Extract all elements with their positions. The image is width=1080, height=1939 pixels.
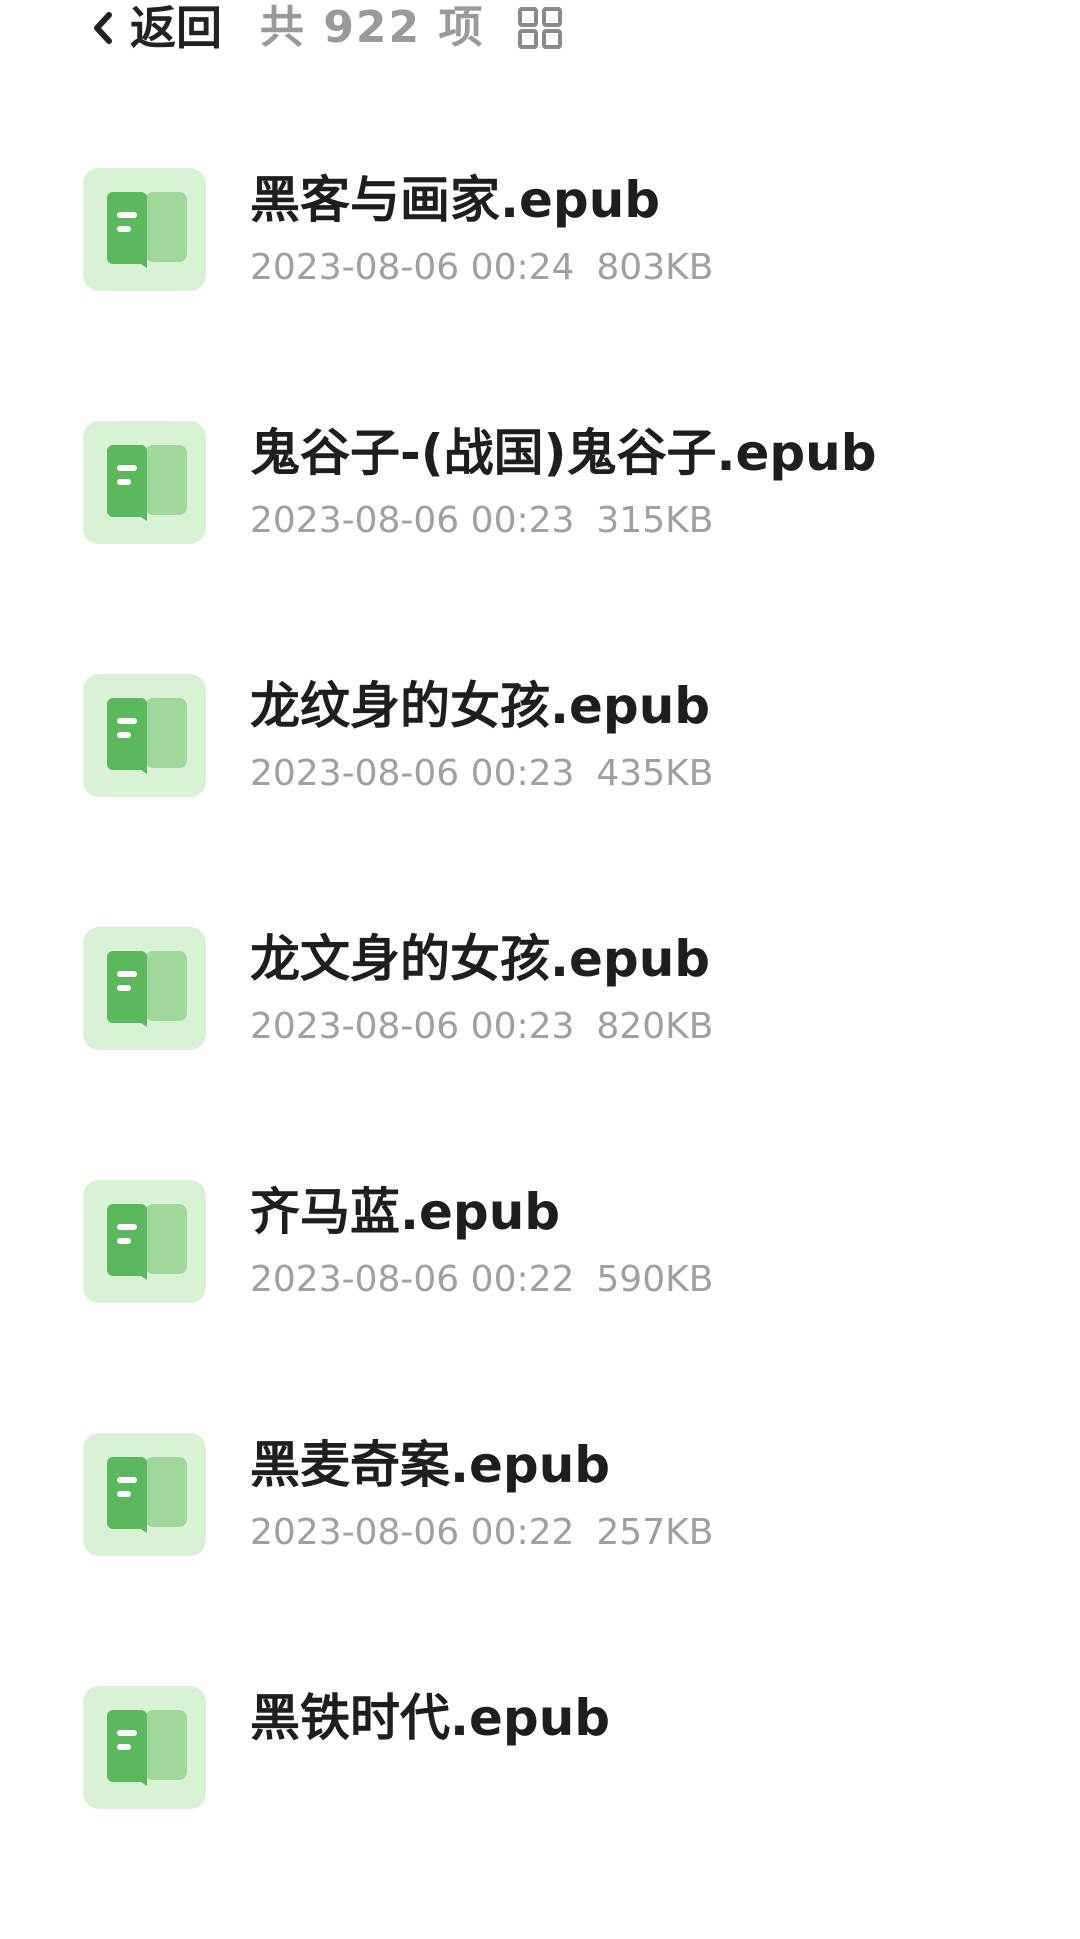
file-row[interactable]: 黑铁时代.epub [0, 1686, 1080, 1939]
file-meta: 2023-08-06 00:23 820KB [250, 1005, 713, 1049]
file-row[interactable]: 黑客与画家.epub 2023-08-06 00:24 803KB [0, 168, 1080, 421]
file-type-icon [83, 168, 206, 291]
file-meta: 2023-08-06 00:24 803KB [250, 246, 713, 290]
file-row[interactable]: 黑麦奇案.epub 2023-08-06 00:22 257KB [0, 1433, 1080, 1686]
file-size: 820KB [596, 1006, 714, 1047]
file-row[interactable]: 龙纹身的女孩.epub 2023-08-06 00:23 435KB [0, 674, 1080, 927]
file-type-icon [83, 927, 206, 1050]
file-name: 龙纹身的女孩.epub [250, 677, 711, 735]
file-type-icon [83, 421, 206, 544]
book-icon [107, 1710, 187, 1786]
file-type-icon [83, 1686, 206, 1809]
file-name: 鬼谷子-(战国)鬼谷子.epub [250, 424, 877, 482]
file-row[interactable]: 齐马蓝.epub 2023-08-06 00:22 590KB [0, 1180, 1080, 1433]
item-count: 共 922 项 [260, 2, 485, 53]
file-date: 2023-08-06 00:22 [250, 1259, 575, 1300]
book-icon [107, 951, 187, 1027]
top-bar: 返回 共 922 项 [0, 0, 1080, 60]
file-meta: 2023-08-06 00:22 590KB [250, 1258, 713, 1302]
file-type-icon [83, 1180, 206, 1303]
file-date: 2023-08-06 00:23 [250, 1006, 575, 1047]
file-size: 590KB [596, 1259, 714, 1300]
file-size: 315KB [596, 500, 714, 541]
book-icon [107, 445, 187, 521]
book-icon [107, 1204, 187, 1280]
file-meta: 2023-08-06 00:22 257KB [250, 1511, 713, 1555]
file-date: 2023-08-06 00:23 [250, 500, 575, 541]
file-type-icon [83, 1433, 206, 1556]
file-size: 257KB [596, 1512, 714, 1553]
book-icon [107, 1457, 187, 1533]
back-label: 返回 [130, 1, 222, 55]
file-date: 2023-08-06 00:22 [250, 1512, 575, 1553]
file-size: 435KB [596, 753, 714, 794]
file-meta: 2023-08-06 00:23 435KB [250, 752, 713, 796]
file-row[interactable]: 龙文身的女孩.epub 2023-08-06 00:23 820KB [0, 927, 1080, 1180]
grid-view-icon[interactable] [516, 6, 564, 50]
file-name: 黑客与画家.epub [250, 171, 661, 229]
file-date: 2023-08-06 00:24 [250, 247, 575, 288]
book-icon [107, 192, 187, 268]
file-name: 黑铁时代.epub [250, 1689, 611, 1747]
file-name: 黑麦奇案.epub [250, 1436, 611, 1494]
file-date: 2023-08-06 00:23 [250, 753, 575, 794]
file-meta: 2023-08-06 00:23 315KB [250, 499, 713, 543]
chevron-left-icon [94, 12, 112, 44]
file-row[interactable]: 鬼谷子-(战国)鬼谷子.epub 2023-08-06 00:23 315KB [0, 421, 1080, 674]
file-name: 龙文身的女孩.epub [250, 930, 711, 988]
file-size: 803KB [596, 247, 714, 288]
file-type-icon [83, 674, 206, 797]
book-icon [107, 698, 187, 774]
back-button[interactable]: 返回 [92, 2, 222, 54]
file-name: 齐马蓝.epub [250, 1183, 561, 1241]
